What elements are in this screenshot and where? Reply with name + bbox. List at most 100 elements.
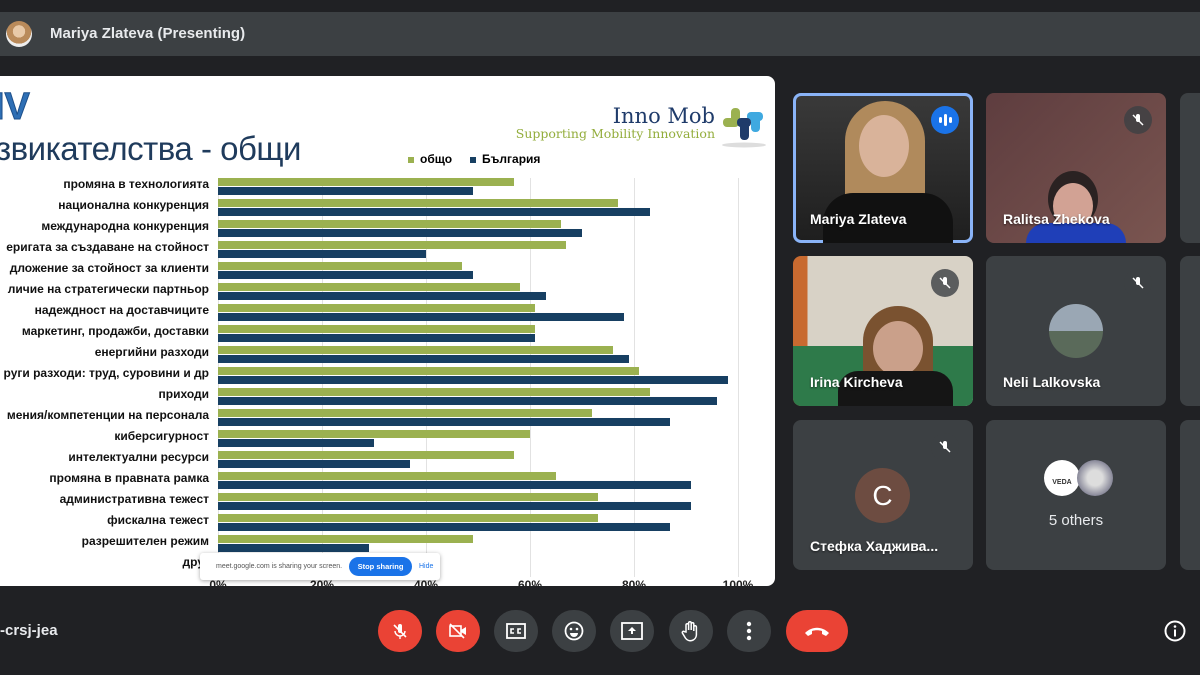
bar-obshto — [218, 472, 556, 480]
bar-bulgaria — [218, 460, 411, 468]
present-icon — [621, 622, 643, 640]
participant-tile[interactable]: Irina Kircheva — [793, 256, 973, 406]
category-label: енергийни разходи — [94, 345, 209, 359]
more-options-button[interactable] — [727, 610, 771, 652]
participant-tile[interactable]: Neli Lalkovska — [986, 256, 1166, 406]
gridline — [738, 178, 739, 577]
camera-toggle-button[interactable] — [436, 610, 480, 652]
participant-avatar — [1049, 304, 1103, 358]
bar-bulgaria — [218, 187, 473, 195]
hang-up-icon — [805, 627, 829, 636]
bar-bulgaria — [218, 523, 671, 531]
chart-legend: общо България — [408, 152, 540, 166]
emoji-icon — [564, 621, 584, 641]
others-count: 5 others — [1048, 512, 1104, 529]
category-label: еригата за създаване на стойност — [6, 240, 209, 254]
innomob-logo-text: Inno Mob Supporting Mobility Innovation — [516, 104, 715, 141]
presenter-bar: Mariya Zlateva (Presenting) — [0, 12, 1200, 56]
mic-toggle-button[interactable] — [378, 610, 422, 652]
category-label: национална конкуренция — [58, 198, 209, 212]
others-tile[interactable]: VEDA 5 others — [986, 420, 1166, 570]
speaking-indicator-icon — [931, 106, 959, 134]
bar-bulgaria — [218, 544, 369, 552]
category-label: мения/компетенции на персонала — [6, 408, 209, 422]
hide-banner-link[interactable]: Hide — [419, 563, 433, 570]
slide-title-roman: IV — [0, 86, 30, 129]
slide-title: звикателства - общи — [0, 130, 301, 167]
category-label: личие на стратегически партньор — [7, 282, 209, 296]
mic-off-icon — [931, 269, 959, 297]
category-label: административна тежест — [59, 492, 209, 506]
bar-bulgaria — [218, 355, 629, 363]
bar-bulgaria — [218, 271, 473, 279]
bar-bulgaria — [218, 397, 718, 405]
presenter-name: Mariya Zlateva (Presenting) — [50, 25, 246, 42]
bar-obshto — [218, 367, 640, 375]
bar-obshto — [218, 325, 536, 333]
category-label: разрешителен режим — [81, 534, 209, 548]
meeting-details-info-icon[interactable] — [1164, 620, 1186, 642]
logo-sub: Supporting Mobility Innovation — [515, 126, 715, 141]
bar-obshto — [218, 199, 619, 207]
bar-obshto — [218, 514, 598, 522]
bar-bulgaria — [218, 439, 374, 447]
closed-captions-icon — [506, 623, 526, 639]
reactions-button[interactable] — [552, 610, 596, 652]
participant-tile[interactable]: Mariya Zlateva — [793, 93, 973, 243]
shared-screen-slide: IV звикателства - общи Inno Mob Supporti… — [0, 76, 775, 586]
legend-item-obshto: общо — [408, 152, 452, 166]
category-label: надеждност на доставчиците — [34, 303, 209, 317]
participant-tile-cropped[interactable] — [1180, 420, 1200, 570]
category-label: маркетинг, продажби, доставки — [21, 324, 209, 338]
raise-hand-button[interactable] — [669, 610, 713, 652]
bar-obshto — [218, 241, 567, 249]
bar-bulgaria — [218, 313, 624, 321]
others-avatar — [1077, 460, 1113, 496]
x-tick-label: 80% — [621, 578, 647, 586]
mic-off-icon — [1124, 106, 1152, 134]
mic-off-icon — [931, 433, 959, 461]
bar-bulgaria — [218, 376, 728, 384]
others-avatar-veda: VEDA — [1044, 460, 1080, 496]
present-screen-button[interactable] — [610, 610, 654, 652]
bar-obshto — [218, 178, 515, 186]
x-tick-label: 60% — [517, 578, 543, 586]
bar-obshto — [218, 346, 614, 354]
category-label: промяна в технологията — [63, 177, 209, 191]
participant-name: Neli Lalkovska — [1003, 374, 1101, 390]
bar-obshto — [218, 304, 536, 312]
participant-tile[interactable]: Ralitsa Zhekova — [986, 93, 1166, 243]
meeting-code: -crsj-jea — [0, 622, 58, 639]
bar-obshto — [218, 493, 598, 501]
share-banner-text: meet.google.com is sharing your screen. — [216, 563, 343, 570]
category-label: фискална тежест — [107, 513, 209, 527]
captions-button[interactable] — [494, 610, 538, 652]
participant-tile-cropped[interactable] — [1180, 93, 1200, 243]
bar-bulgaria — [218, 229, 582, 237]
stop-sharing-button[interactable]: Stop sharing — [349, 557, 412, 576]
bar-bulgaria — [218, 250, 426, 258]
camera-off-icon — [449, 623, 466, 639]
presenter-avatar — [6, 21, 32, 47]
hand-icon — [681, 621, 698, 642]
bar-obshto — [218, 220, 562, 228]
category-label: интелектуални ресурси — [68, 450, 209, 464]
mic-off-icon — [393, 624, 407, 639]
category-label: дложение за стойност за клиенти — [9, 261, 209, 275]
x-tick-label: 100% — [722, 578, 754, 586]
category-label: приходи — [158, 387, 210, 401]
participant-tile[interactable]: C Стефка Хаджива... — [793, 420, 973, 570]
legend-item-bulgaria: България — [470, 152, 540, 166]
mic-off-icon — [1124, 269, 1152, 297]
participant-tile-cropped[interactable] — [1180, 256, 1200, 406]
participant-name: Irina Kircheva — [810, 374, 903, 390]
bar-obshto — [218, 451, 515, 459]
bar-bulgaria — [218, 334, 536, 342]
bar-bulgaria — [218, 481, 692, 489]
leave-call-button[interactable] — [786, 610, 848, 652]
bar-bulgaria — [218, 418, 671, 426]
bar-bulgaria — [218, 292, 546, 300]
participant-name: Стефка Хаджива... — [810, 538, 939, 554]
bar-bulgaria — [218, 208, 650, 216]
innomob-logo-icon — [722, 108, 766, 148]
